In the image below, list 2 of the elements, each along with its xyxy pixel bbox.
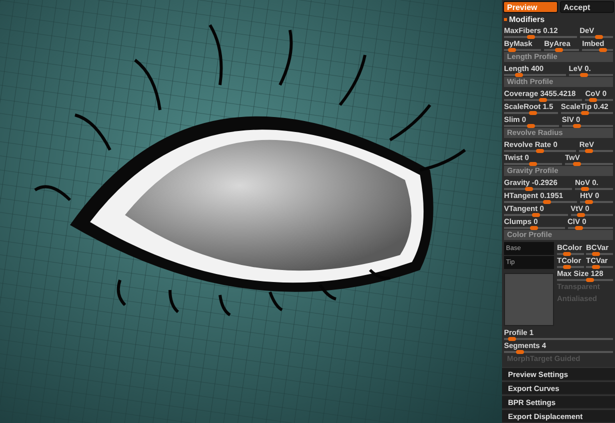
group-title[interactable]: Modifiers bbox=[509, 14, 545, 24]
tab[interactable]: Accept bbox=[560, 1, 614, 13]
